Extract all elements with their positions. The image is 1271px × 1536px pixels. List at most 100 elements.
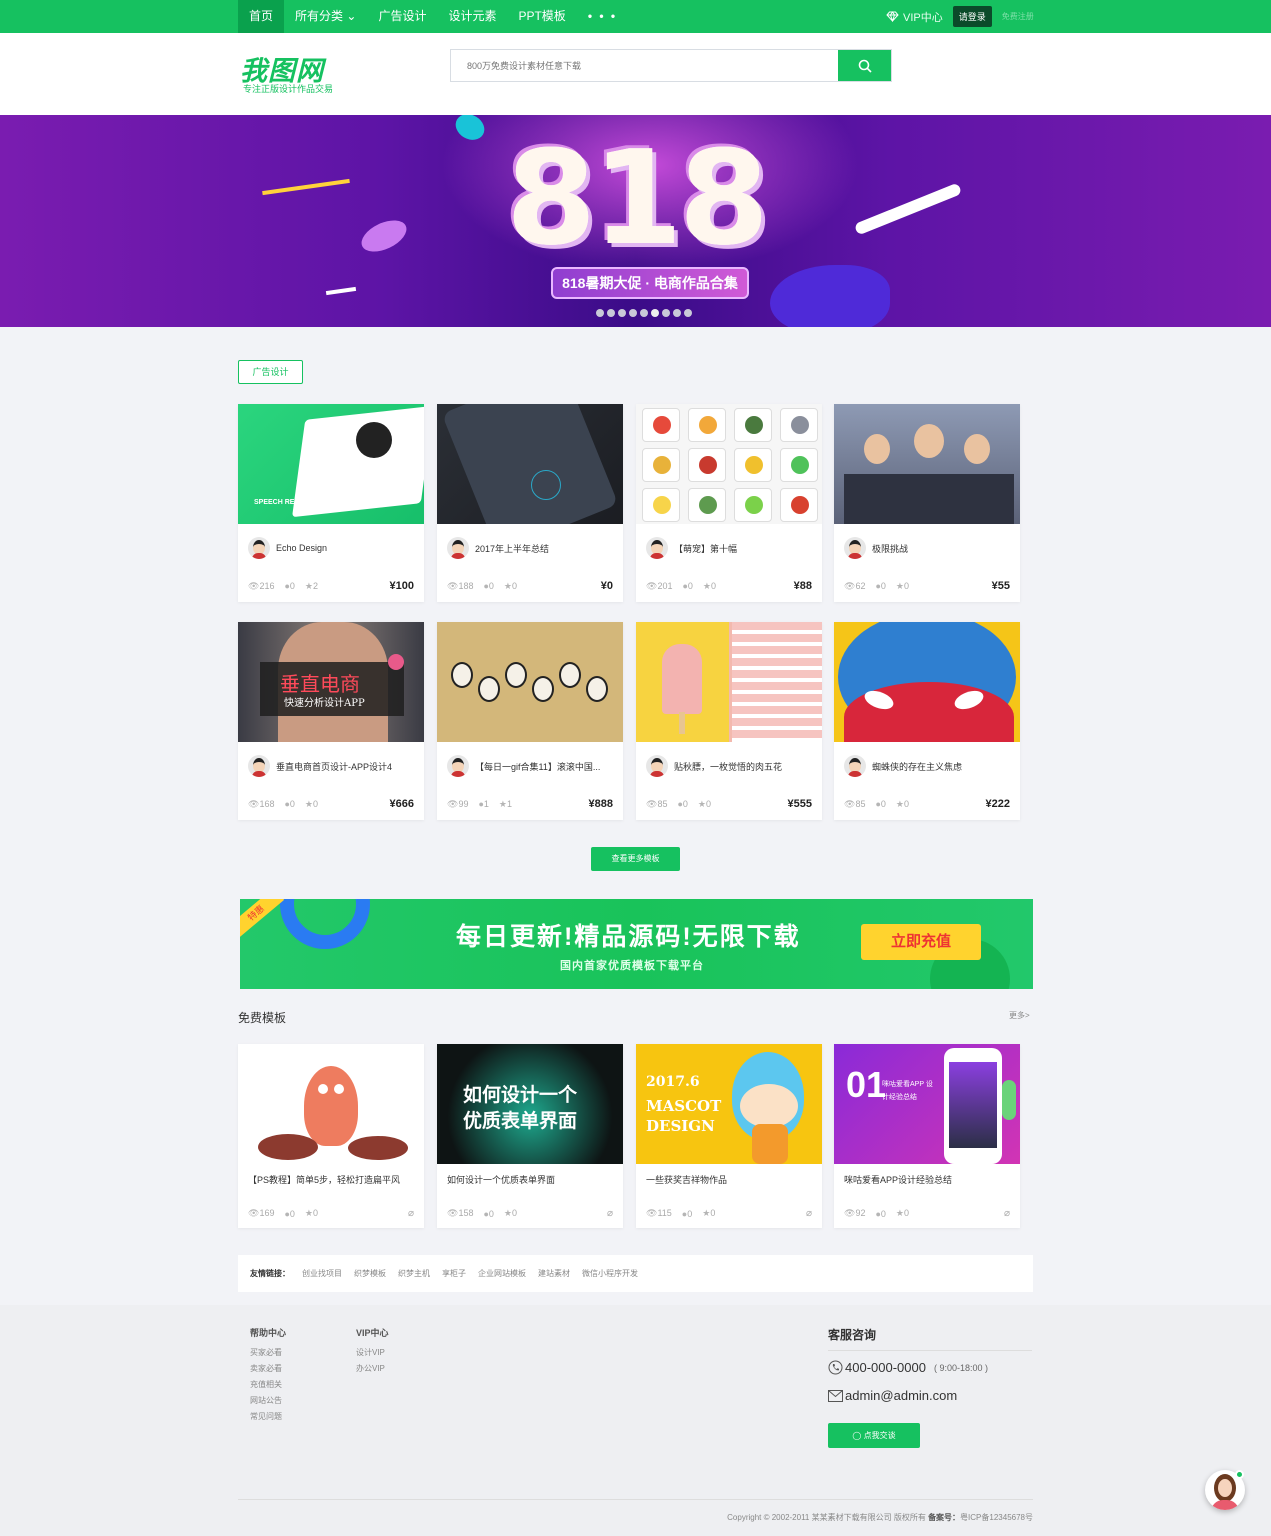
chat-qq-button[interactable]: ◯ 点我交谈 [828,1423,920,1448]
comments-stat: ●0 [483,581,493,591]
card-thumbnail[interactable] [834,404,1020,524]
card-thumbnail[interactable] [437,404,623,524]
avatar[interactable] [844,755,866,777]
register-link[interactable]: 免费注册 [1002,11,1034,22]
footer-link[interactable]: 常见问题 [250,1409,286,1425]
card-title[interactable]: 咪咕爱看APP设计经验总结 [844,1173,952,1186]
avatar[interactable] [844,537,866,559]
card-title[interactable]: 【每日一gif合集11】滚滚中国... [475,760,600,773]
footer-link[interactable]: 充值相关 [250,1377,286,1393]
card-title[interactable]: 贴秋膘，一枚觉悟的肉五花 [674,760,782,773]
friend-link[interactable]: 织梦模板 [354,1268,386,1279]
login-button[interactable]: 请登录 [952,6,992,27]
card-title[interactable]: Echo Design [276,543,327,553]
hero-banner[interactable]: 818 818暑期大促 · 电商作品合集 [0,115,1271,327]
card-thumbnail[interactable] [834,622,1020,742]
card-title[interactable]: 蜘蛛侠的存在主义焦虑 [872,760,962,773]
icp-number[interactable]: 粤ICP备12345678号 [960,1513,1033,1522]
template-card[interactable]: 垂直电商 快速分析设计APP 垂直电商首页设计-APP设计4 👁168 ●0 ★0 ¥666 [238,622,424,820]
template-card[interactable]: 极限挑战 👁62 ●0 ★0 ¥55 [834,404,1020,602]
search-input[interactable] [451,50,838,81]
stars-count: 0 [903,1208,909,1218]
search-button[interactable] [838,50,891,81]
card-thumbnail[interactable] [238,1044,424,1164]
carousel-dot[interactable] [662,309,670,317]
friend-link[interactable]: 创业找项目 [302,1268,342,1279]
avatar[interactable] [248,537,270,559]
nav-design-elements[interactable]: 设计元素 [437,0,507,33]
carousel-dot[interactable] [596,309,604,317]
carousel-dot[interactable] [640,309,648,317]
card-title[interactable]: 【PS教程】简单5步，轻松打造扁平风 [248,1173,400,1186]
free-template-card[interactable]: 如何设计一个 优质表单界面 如何设计一个优质表单界面 👁158 ●0 ★0 ⌀ [437,1044,623,1228]
template-card[interactable]: 【萌宠】第十幅 👁201 ●0 ★0 ¥88 [636,404,822,602]
card-title[interactable]: 2017年上半年总结 [475,542,549,555]
template-card[interactable]: 贴秋膘，一枚觉悟的肉五花 👁85 ●0 ★0 ¥555 [636,622,822,820]
footer-link[interactable]: 卖家必看 [250,1361,286,1377]
nav-more[interactable]: • • • [577,0,628,33]
nav-ad-design[interactable]: 广告设计 [367,0,437,33]
card-thumbnail[interactable]: 01 咪咕爱看APP 设计经验总结 [834,1044,1020,1164]
attachment-icon[interactable]: ⌀ [806,1208,812,1219]
ad-decoration [280,899,370,949]
carousel-dot[interactable] [607,309,615,317]
stars-count: 0 [512,580,518,591]
free-template-card[interactable]: 01 咪咕爱看APP 设计经验总结 咪咕爱看APP设计经验总结 👁92 ●0 ★0 ⌀ [834,1044,1020,1228]
avatar[interactable] [447,537,469,559]
friend-link[interactable]: 微信小程序开发 [582,1268,638,1279]
card-thumbnail[interactable]: 2017.6 MASCOT DESIGN [636,1044,822,1164]
category-tab-ad-design[interactable]: 广告设计 [238,360,303,384]
card-title[interactable]: 垂直电商首页设计-APP设计4 [276,760,392,773]
nav-all-categories[interactable]: 所有分类 ⌄ [284,0,367,33]
footer-link[interactable]: 办公VIP [356,1361,389,1377]
friend-link[interactable]: 企业网站模板 [478,1268,526,1279]
copyright: Copyright © 2002-2011 某某素材下载有限公司 版权所有 备案… [727,1512,1033,1523]
template-card[interactable]: SPEECH RECOGNITION Echo Design 👁216 ●0 ★2 ¥10… [238,404,424,602]
friend-link[interactable]: 享柜子 [442,1268,466,1279]
carousel-dot[interactable] [651,309,659,317]
nav-home[interactable]: 首页 [238,0,285,33]
carousel-dot[interactable] [673,309,681,317]
attachment-icon[interactable]: ⌀ [408,1208,414,1219]
banner-headline: 818 [505,122,769,274]
attachment-icon[interactable]: ⌀ [607,1208,613,1219]
promo-ad-banner[interactable]: 特惠 每日更新!精品源码!无限下载 国内首家优质模板下载平台 立即充值 [240,899,1033,989]
view-more-templates-button[interactable]: 查看更多模板 [591,847,680,871]
footer-link[interactable]: 网站公告 [250,1393,286,1409]
stars-count: 1 [506,798,512,809]
avatar[interactable] [447,755,469,777]
avatar[interactable] [646,537,668,559]
card-thumbnail[interactable] [437,622,623,742]
friend-link[interactable]: 织梦主机 [398,1268,430,1279]
avatar[interactable] [248,755,270,777]
free-template-card[interactable]: 【PS教程】简单5步，轻松打造扁平风 👁169 ●0 ★0 ⌀ [238,1044,424,1228]
free-template-card[interactable]: 2017.6 MASCOT DESIGN 一些获奖吉祥物作品 👁115 ●0 ★0 ⌀ [636,1044,822,1228]
template-card[interactable]: 蜘蛛侠的存在主义焦虑 👁85 ●0 ★0 ¥222 [834,622,1020,820]
vip-center-link[interactable]: VIP中心 [886,9,943,25]
views-count: 188 [458,580,474,591]
card-thumbnail[interactable]: 如何设计一个 优质表单界面 [437,1044,623,1164]
footer-link[interactable]: 设计VIP [356,1345,389,1361]
friend-link[interactable]: 建站素材 [538,1268,570,1279]
footer-link[interactable]: 买家必看 [250,1345,286,1361]
nav-ppt-templates[interactable]: PPT模板 [507,0,576,33]
card-title[interactable]: 极限挑战 [872,542,908,555]
carousel-dot[interactable] [629,309,637,317]
card-title[interactable]: 【萌宠】第十幅 [674,542,737,555]
comments-count: 0 [687,581,693,591]
recharge-now-button[interactable]: 立即充值 [861,924,981,960]
card-title[interactable]: 一些获奖吉祥物作品 [646,1173,727,1186]
attachment-icon[interactable]: ⌀ [1004,1208,1010,1219]
free-templates-more-link[interactable]: 更多> [1009,1010,1030,1021]
carousel-dot[interactable] [684,309,692,317]
card-thumbnail[interactable] [636,622,822,742]
template-card[interactable]: 2017年上半年总结 👁188 ●0 ★0 ¥0 [437,404,623,602]
card-thumbnail[interactable]: 垂直电商 快速分析设计APP [238,622,424,742]
card-title[interactable]: 如何设计一个优质表单界面 [447,1173,555,1186]
comments-stat: ●0 [682,581,692,591]
template-card[interactable]: 【每日一gif合集11】滚滚中国... 👁99 ●1 ★1 ¥888 [437,622,623,820]
carousel-dot[interactable] [618,309,626,317]
card-thumbnail[interactable]: SPEECH RECOGNITION [238,404,424,524]
avatar[interactable] [646,755,668,777]
card-thumbnail[interactable] [636,404,822,524]
